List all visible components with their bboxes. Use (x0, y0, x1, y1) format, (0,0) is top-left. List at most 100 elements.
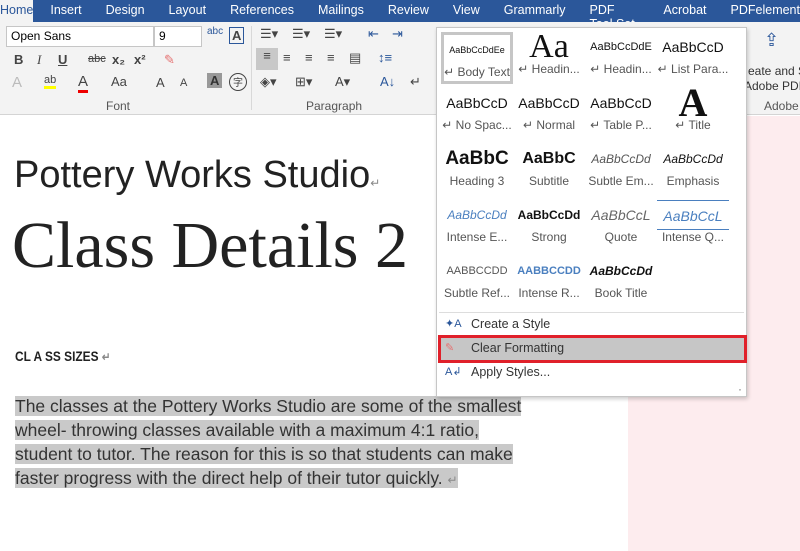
grow-font-button[interactable]: A (156, 75, 165, 90)
adobe-group-label: Adobe (764, 99, 799, 113)
text-effects-icon[interactable]: abc (207, 26, 223, 37)
style-no-spac[interactable]: AaBbCcD ↵ No Spac... (441, 88, 513, 140)
style-preview: AaBbCcDdEe (449, 45, 505, 55)
superscript-button[interactable]: x² (134, 52, 146, 67)
style-intense-e[interactable]: AaBbCcDd Intense E... (441, 200, 513, 252)
style-preview: AaBbCcDd (447, 208, 507, 222)
character-border-icon[interactable]: A (229, 27, 245, 44)
style-headin[interactable]: Aa ↵ Headin... (513, 32, 585, 84)
tab-insert[interactable]: Insert (50, 0, 81, 22)
borders-icon[interactable]: ⊞▾ (295, 74, 312, 90)
align-left-icon[interactable]: ≡ (256, 48, 278, 70)
tab-mailings[interactable]: Mailings (318, 0, 364, 22)
create-share-pdf-icon[interactable]: ⇪ (764, 30, 779, 51)
character-shading-icon[interactable]: A (207, 73, 223, 88)
subscript-button[interactable]: x₂ (112, 52, 125, 67)
align-center-icon[interactable]: ≡ (283, 50, 291, 65)
tab-acrobat[interactable]: Acrobat (663, 0, 706, 22)
apply-styles-icon: A↲ (445, 366, 462, 378)
tab-pdf-tool-set[interactable]: PDF Tool Set (590, 0, 640, 31)
bullets-icon[interactable]: ☰▾ (260, 26, 278, 42)
style-book-title[interactable]: AaBbCcDd Book Title (585, 256, 657, 308)
asian-layout-icon[interactable]: A▾ (335, 74, 350, 90)
tab-layout[interactable]: Layout (169, 0, 207, 22)
strikethrough-button[interactable]: abc (88, 53, 106, 65)
numbering-icon[interactable]: ☰▾ (292, 26, 310, 42)
clear-formatting-item[interactable]: ✎ Clear Formatting (438, 335, 747, 363)
apply-styles-item[interactable]: A↲ Apply Styles... (441, 362, 744, 384)
style-label: Book Title (594, 286, 648, 300)
show-marks-icon[interactable]: ↵ (410, 74, 421, 90)
tab-view[interactable]: View (453, 0, 480, 22)
paragraph-group-label: Paragraph (306, 99, 363, 113)
highlight-color-button[interactable]: ab (44, 74, 57, 89)
justify-icon[interactable]: ≡ (327, 50, 335, 65)
enclose-characters-icon[interactable]: 字 (229, 73, 247, 91)
style-subtle-ref[interactable]: AABBCCDD Subtle Ref... (441, 256, 513, 308)
underline-button[interactable]: U (58, 52, 67, 67)
style-quote[interactable]: AaBbCcL Quote (585, 200, 657, 252)
style-preview: AaBbCcD (446, 95, 508, 111)
create-share-pdf-button-line2: Adobe PDF (744, 79, 800, 93)
style-body-text[interactable]: AaBbCcDdEe ↵ Body Text (441, 32, 513, 84)
line-spacing-icon[interactable]: ↕≡ (378, 50, 392, 65)
shading-icon[interactable]: ◈▾ (260, 74, 277, 90)
multilevel-list-icon[interactable]: ☰▾ (324, 26, 342, 42)
style-intense-q[interactable]: AaBbCcL Intense Q... (657, 200, 729, 252)
style-emphasis[interactable]: AaBbCcDd Emphasis (657, 144, 729, 196)
tab-pdfelement[interactable]: PDFelement (731, 0, 800, 22)
style-normal[interactable]: AaBbCcD ↵ Normal (513, 88, 585, 140)
style-preview: AaBbCcDd (589, 264, 653, 278)
create-style-item[interactable]: ✦A Create a Style (441, 314, 744, 336)
tab-references[interactable]: References (230, 0, 294, 22)
tab-home[interactable]: Home (0, 0, 34, 22)
tab-design[interactable]: Design (106, 0, 145, 22)
doc-heading: Class Details 2 (12, 209, 408, 282)
sort-icon[interactable]: A↓ (380, 74, 395, 89)
font-name-select[interactable]: Open Sans (6, 26, 154, 47)
clear-formatting-icon[interactable]: ✎ (164, 52, 175, 68)
tab-review[interactable]: Review (388, 0, 429, 22)
style-label: Quote (604, 230, 638, 244)
create-share-pdf-button[interactable]: eate and Sh (748, 64, 800, 78)
shrink-font-button[interactable]: A (180, 77, 187, 89)
style-preview: AaBbCcL (657, 200, 729, 230)
style-title[interactable]: A ↵ Title (657, 88, 729, 140)
style-label: ↵ Normal (522, 118, 576, 132)
decrease-indent-icon[interactable]: ⇤ (368, 26, 379, 42)
bold-button[interactable]: B (14, 52, 23, 67)
style-label: ↵ Body Text (444, 65, 510, 79)
resize-grip-icon[interactable]: ⠠ (735, 383, 742, 394)
style-intense-r[interactable]: AABBCCDD Intense R... (513, 256, 585, 308)
style-table-p[interactable]: AaBbCcD ↵ Table P... (585, 88, 657, 140)
style-headin[interactable]: AaBbCcDdE ↵ Headin... (585, 32, 657, 84)
style-label: Intense R... (518, 286, 580, 300)
style-strong[interactable]: AaBbCcDd Strong (513, 200, 585, 252)
styles-gallery-dropdown: AaBbCcDdEe ↵ Body Text Aa ↵ Headin... AaBbCc… (436, 27, 747, 397)
increase-indent-icon[interactable]: ⇥ (392, 26, 403, 42)
style-heading-3[interactable]: AaBbC Heading 3 (441, 144, 513, 196)
font-color-button[interactable]: A (78, 73, 89, 93)
text-effects-button[interactable]: A (12, 74, 22, 91)
style-preview: AaBbCcD (518, 95, 580, 111)
style-label: Subtitle (528, 174, 570, 188)
style-label: ↵ Headin... (518, 62, 580, 76)
style-label: ↵ No Spac... (442, 118, 512, 132)
create-style-icon: ✦A (445, 318, 462, 330)
distributed-icon[interactable]: ▤ (349, 50, 361, 66)
doc-title: Pottery Works Studio↵ (14, 154, 381, 196)
style-label: Heading 3 (449, 174, 505, 188)
style-preview: AABBCCDD (446, 265, 508, 277)
italic-button[interactable]: I (37, 52, 41, 68)
tab-grammarly[interactable]: Grammarly (504, 0, 566, 22)
align-right-icon[interactable]: ≡ (305, 50, 313, 65)
font-size-select[interactable]: 9 (154, 26, 202, 47)
style-subtitle[interactable]: AaBbC Subtitle (513, 144, 585, 196)
style-subtle-em[interactable]: AaBbCcDd Subtle Em... (585, 144, 657, 196)
selected-paragraph[interactable]: The classes at the Pottery Works Studio … (15, 394, 575, 492)
style-preview: AaBbCcL (591, 207, 651, 223)
change-case-button[interactable]: Aa (111, 74, 127, 89)
style-label: ↵ Headin... (590, 62, 652, 76)
ribbon-tabs: Home Insert Design Layout References Mai… (0, 0, 800, 31)
style-list-para[interactable]: AaBbCcD ↵ List Para... (657, 32, 729, 84)
